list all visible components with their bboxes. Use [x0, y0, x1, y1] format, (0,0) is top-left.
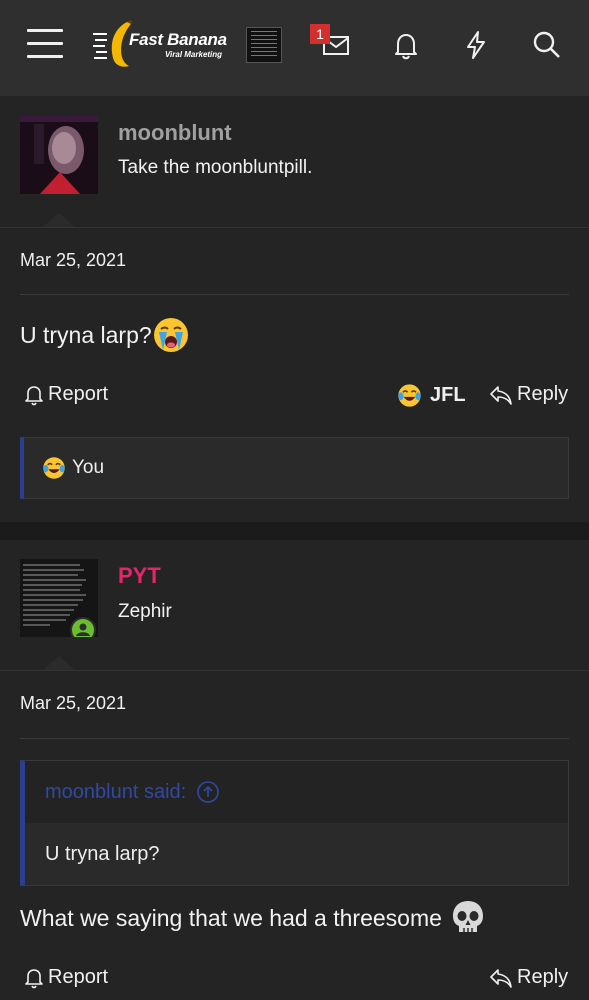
reaction-button[interactable]: JFL	[397, 383, 466, 408]
inbox-badge: 1	[310, 24, 330, 44]
bolt-icon[interactable]	[459, 28, 493, 62]
post-header-divider	[0, 670, 589, 671]
laughing-crying-icon	[43, 457, 65, 479]
online-indicator	[70, 617, 96, 637]
bell-icon	[25, 385, 43, 405]
avatar-pointer	[43, 656, 75, 670]
quote-block: moonblunt said: U tryna larp?	[20, 760, 569, 886]
report-button[interactable]: Report	[24, 966, 108, 989]
reply-button[interactable]: Reply	[489, 383, 568, 406]
top-navbar: Fast Banana Viral Marketing 1	[0, 0, 589, 96]
search-icon[interactable]	[530, 28, 564, 62]
post-date[interactable]: Mar 25, 2021	[20, 250, 126, 271]
reaction-label: JFL	[430, 384, 466, 406]
post-username[interactable]: PYT	[118, 563, 161, 589]
post-message-text: U tryna larp?	[20, 321, 152, 348]
post-username[interactable]: moonblunt	[118, 120, 232, 146]
user-avatar[interactable]	[20, 116, 98, 194]
post-message-text: What we saying that we had a threesome	[20, 904, 442, 931]
reply-label: Reply	[517, 383, 569, 405]
quote-author: moonblunt said:	[45, 780, 187, 803]
reply-arrow-icon	[490, 968, 512, 988]
reactions-summary-text: You	[72, 457, 105, 478]
avatar-pointer	[43, 213, 75, 227]
skull-icon	[452, 901, 483, 932]
report-label: Report	[48, 383, 109, 405]
quote-content: U tryna larp?	[25, 823, 568, 885]
report-button[interactable]: Report	[24, 383, 108, 406]
date-divider	[20, 294, 569, 295]
reply-arrow-icon	[490, 385, 512, 405]
bell-icon[interactable]	[389, 28, 423, 62]
user-title: Zephir	[118, 601, 172, 622]
laughing-crying-icon	[398, 384, 421, 407]
post-date[interactable]: Mar 25, 2021	[20, 693, 126, 714]
post-separator	[0, 522, 589, 540]
user-avatar[interactable]	[20, 559, 98, 637]
logo-title: Fast Banana	[129, 30, 227, 49]
account-avatar[interactable]	[246, 27, 282, 63]
crying-face-icon	[153, 318, 188, 352]
arrow-up-circle-icon	[197, 781, 220, 803]
reply-button[interactable]: Reply	[489, 966, 568, 989]
report-label: Report	[48, 966, 109, 988]
site-logo[interactable]: Fast Banana Viral Marketing	[93, 20, 233, 70]
quote-author-link[interactable]: moonblunt said:	[25, 761, 568, 823]
logo-subtitle: Viral Marketing	[165, 50, 223, 59]
post-message: What we saying that we had a threesome	[20, 898, 488, 938]
date-divider	[20, 738, 569, 739]
post-message: U tryna larp?	[20, 316, 190, 354]
reply-label: Reply	[517, 966, 569, 988]
banana-logo-icon	[93, 20, 132, 67]
reactions-summary[interactable]: You	[20, 437, 569, 499]
post-header-divider	[0, 227, 589, 228]
menu-icon[interactable]	[27, 29, 63, 61]
online-user-icon	[72, 619, 94, 637]
quote-text: U tryna larp?	[45, 842, 160, 865]
bell-icon	[25, 968, 43, 988]
user-title: Take the moonbluntpill.	[118, 157, 313, 178]
